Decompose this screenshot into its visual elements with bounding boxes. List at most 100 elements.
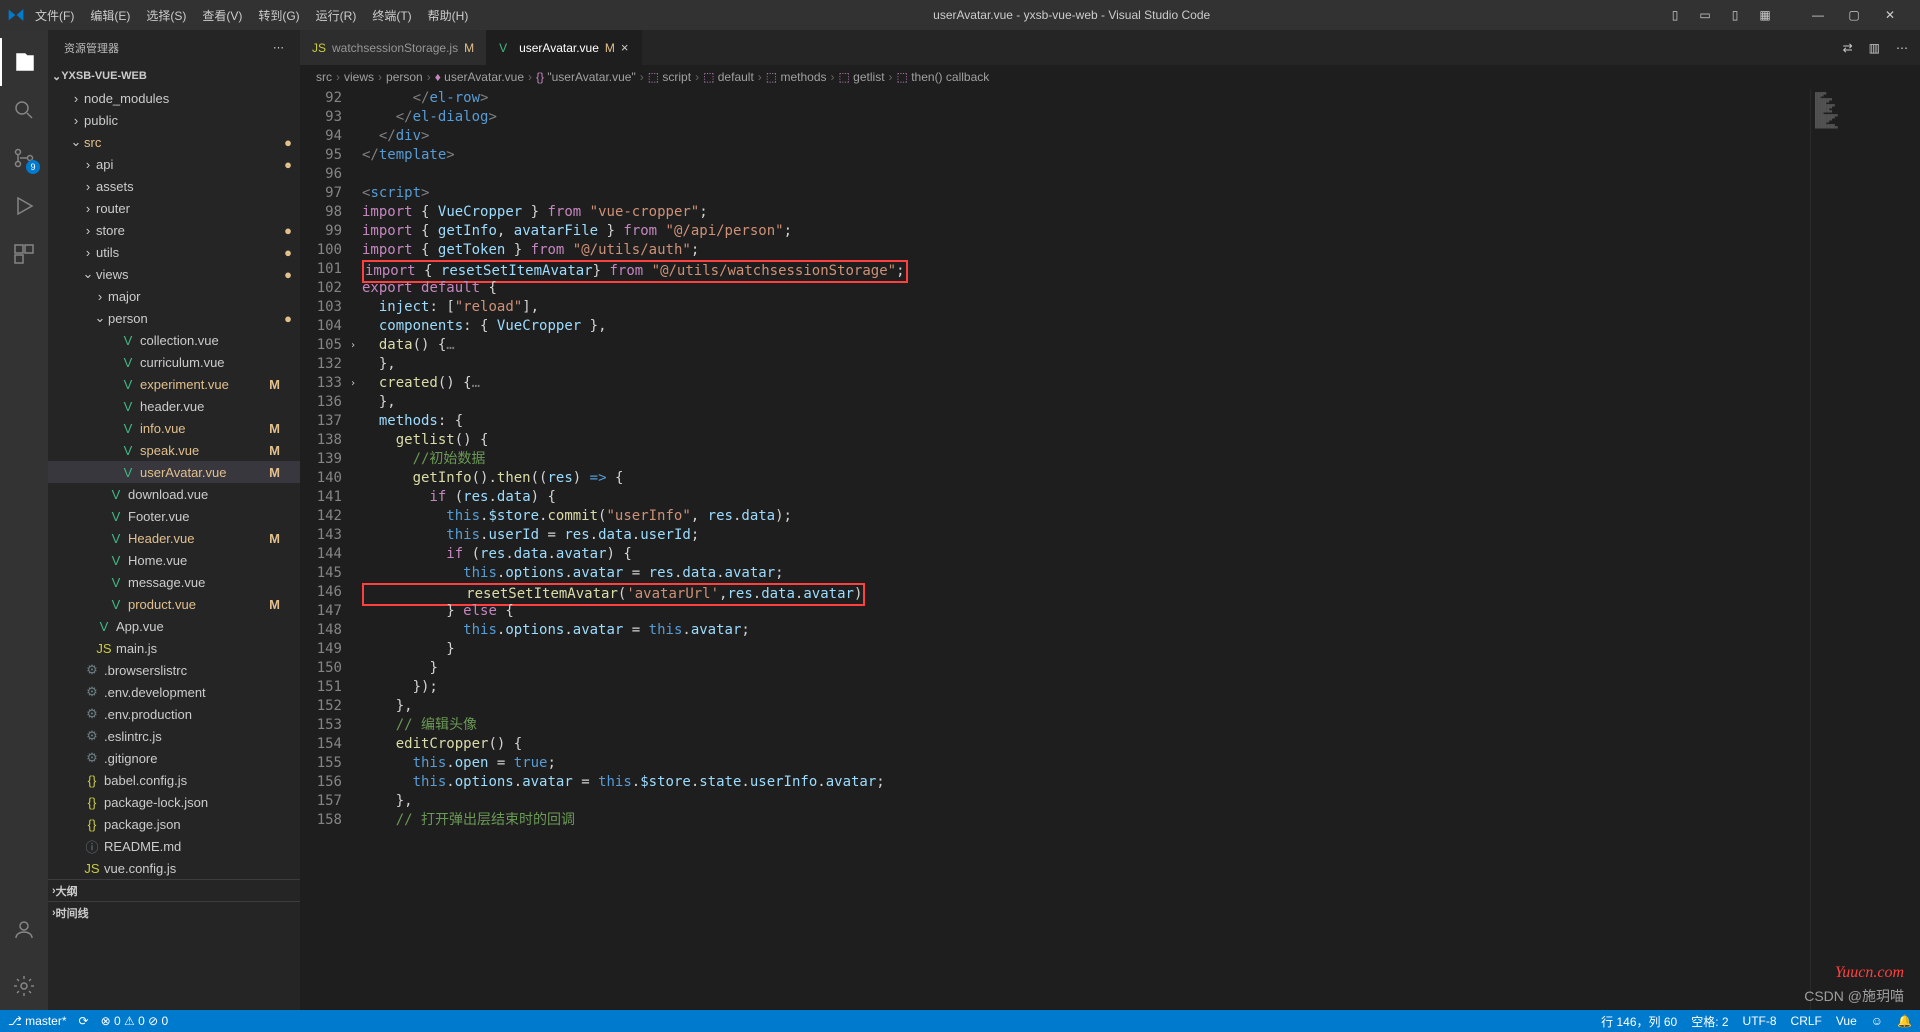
tree-item[interactable]: ⌄views●: [48, 263, 300, 285]
breadcrumb-item[interactable]: ⬚ default: [703, 70, 754, 84]
maximize-button[interactable]: ▢: [1836, 1, 1872, 29]
code-line[interactable]: </el-row>: [362, 89, 1810, 108]
tree-item[interactable]: JSmain.js: [48, 637, 300, 659]
code-line[interactable]: </div>: [362, 127, 1810, 146]
tree-item[interactable]: VHeader.vueM: [48, 527, 300, 549]
code-line[interactable]: this.options.avatar = this.avatar;: [362, 621, 1810, 640]
breadcrumb-item[interactable]: {} "userAvatar.vue": [536, 70, 636, 84]
eol[interactable]: CRLF: [1791, 1014, 1822, 1028]
explorer-icon[interactable]: [0, 38, 48, 86]
code-line[interactable]: this.open = true;: [362, 754, 1810, 773]
breadcrumb-item[interactable]: ⬚ methods: [766, 70, 827, 84]
code-line[interactable]: });: [362, 678, 1810, 697]
errors-count[interactable]: ⊗ 0 ⚠ 0 ⊘ 0: [101, 1014, 169, 1028]
breadcrumb-item[interactable]: ⬚ then() callback: [897, 70, 990, 84]
tree-item[interactable]: ›api●: [48, 153, 300, 175]
code-line[interactable]: inject: ["reload"],: [362, 298, 1810, 317]
code-line[interactable]: components: { VueCropper },: [362, 317, 1810, 336]
more-actions-icon[interactable]: ⋯: [1896, 41, 1908, 55]
code-line[interactable]: getInfo().then((res) => {: [362, 469, 1810, 488]
tree-item[interactable]: {}package-lock.json: [48, 791, 300, 813]
layout-sidebar-right-icon[interactable]: ▯: [1728, 8, 1742, 22]
language-mode[interactable]: Vue: [1836, 1014, 1857, 1028]
tree-item[interactable]: Vproduct.vueM: [48, 593, 300, 615]
code-line[interactable]: // 打开弹出层结束时的回调: [362, 811, 1810, 830]
code-line[interactable]: if (res.data.avatar) {: [362, 545, 1810, 564]
tree-item[interactable]: ⚙.eslintrc.js: [48, 725, 300, 747]
code-line[interactable]: this.options.avatar = this.$store.state.…: [362, 773, 1810, 792]
tree-item[interactable]: VHome.vue: [48, 549, 300, 571]
code-line[interactable]: <script>: [362, 184, 1810, 203]
menu-item[interactable]: 终端(T): [365, 3, 418, 28]
tree-item[interactable]: {}package.json: [48, 813, 300, 835]
menu-item[interactable]: 转到(G): [251, 3, 306, 28]
tree-item[interactable]: Vdownload.vue: [48, 483, 300, 505]
breadcrumb-item[interactable]: views: [344, 70, 374, 84]
code-line[interactable]: if (res.data) {: [362, 488, 1810, 507]
breadcrumb-item[interactable]: ⬚ getlist: [839, 70, 885, 84]
tree-item[interactable]: ⚙.browserslistrc: [48, 659, 300, 681]
code-line[interactable]: </template>: [362, 146, 1810, 165]
code-line[interactable]: resetSetItemAvatar('avatarUrl',res.data.…: [362, 583, 1810, 602]
compare-icon[interactable]: ⇄: [1843, 41, 1853, 55]
code-line[interactable]: [362, 165, 1810, 184]
code-line[interactable]: import { getToken } from "@/utils/auth";: [362, 241, 1810, 260]
breadcrumb-item[interactable]: person: [386, 70, 423, 84]
code-line[interactable]: },: [362, 792, 1810, 811]
tree-item[interactable]: ›node_modules: [48, 87, 300, 109]
tree-item[interactable]: ›assets: [48, 175, 300, 197]
tree-item[interactable]: Vheader.vue: [48, 395, 300, 417]
code-editor[interactable]: </el-row> </el-dialog> </div></template>…: [362, 89, 1810, 1010]
code-line[interactable]: },: [362, 355, 1810, 374]
tree-item[interactable]: ›router: [48, 197, 300, 219]
extensions-icon[interactable]: [0, 230, 48, 278]
breadcrumb-item[interactable]: ⬚ script: [648, 70, 691, 84]
sync-icon[interactable]: ⟳: [79, 1014, 89, 1028]
close-button[interactable]: ✕: [1872, 1, 1908, 29]
git-branch[interactable]: ⎇ master*: [8, 1014, 67, 1028]
search-icon[interactable]: [0, 86, 48, 134]
tree-item[interactable]: Vspeak.vueM: [48, 439, 300, 461]
code-line[interactable]: data() {…: [362, 336, 1810, 355]
menu-item[interactable]: 选择(S): [139, 3, 193, 28]
tree-item[interactable]: Vinfo.vueM: [48, 417, 300, 439]
code-line[interactable]: }: [362, 659, 1810, 678]
tree-item[interactable]: ›store●: [48, 219, 300, 241]
code-line[interactable]: getlist() {: [362, 431, 1810, 450]
tree-item[interactable]: ›major: [48, 285, 300, 307]
menu-item[interactable]: 文件(F): [28, 3, 81, 28]
settings-icon[interactable]: [0, 962, 48, 1010]
tree-item[interactable]: ⌄person●: [48, 307, 300, 329]
tree-item[interactable]: Vcollection.vue: [48, 329, 300, 351]
code-line[interactable]: editCropper() {: [362, 735, 1810, 754]
code-line[interactable]: created() {…: [362, 374, 1810, 393]
code-line[interactable]: </el-dialog>: [362, 108, 1810, 127]
code-line[interactable]: import { VueCropper } from "vue-cropper"…: [362, 203, 1810, 222]
run-debug-icon[interactable]: [0, 182, 48, 230]
tree-item[interactable]: Vcurriculum.vue: [48, 351, 300, 373]
tree-item[interactable]: JSvue.config.js: [48, 857, 300, 879]
tree-item[interactable]: ⌄src●: [48, 131, 300, 153]
accounts-icon[interactable]: [0, 906, 48, 954]
tree-item[interactable]: {}babel.config.js: [48, 769, 300, 791]
editor-tab[interactable]: VuserAvatar.vueM×: [487, 30, 641, 65]
tree-item[interactable]: VFooter.vue: [48, 505, 300, 527]
close-tab-icon[interactable]: ×: [621, 40, 629, 55]
cursor-position[interactable]: 行 146，列 60: [1601, 1013, 1677, 1030]
code-line[interactable]: },: [362, 697, 1810, 716]
fold-icon[interactable]: ›: [350, 374, 356, 393]
notifications-icon[interactable]: 🔔: [1897, 1014, 1912, 1028]
explorer-actions[interactable]: ⋯: [273, 41, 284, 54]
code-line[interactable]: this.$store.commit("userInfo", res.data)…: [362, 507, 1810, 526]
tree-item[interactable]: ›public: [48, 109, 300, 131]
code-line[interactable]: // 编辑头像: [362, 716, 1810, 735]
outline-section[interactable]: ›大纲: [48, 879, 300, 901]
tree-item[interactable]: Vmessage.vue: [48, 571, 300, 593]
encoding[interactable]: UTF-8: [1743, 1014, 1777, 1028]
layout-customize-icon[interactable]: ▦: [1758, 8, 1772, 22]
fold-icon[interactable]: ›: [350, 336, 356, 355]
menu-item[interactable]: 帮助(H): [421, 3, 476, 28]
project-root[interactable]: ⌄YXSB-VUE-WEB: [48, 65, 300, 87]
feedback-icon[interactable]: ☺: [1871, 1014, 1883, 1028]
breadcrumb[interactable]: src›views›person›♦ userAvatar.vue›{} "us…: [300, 65, 1920, 89]
